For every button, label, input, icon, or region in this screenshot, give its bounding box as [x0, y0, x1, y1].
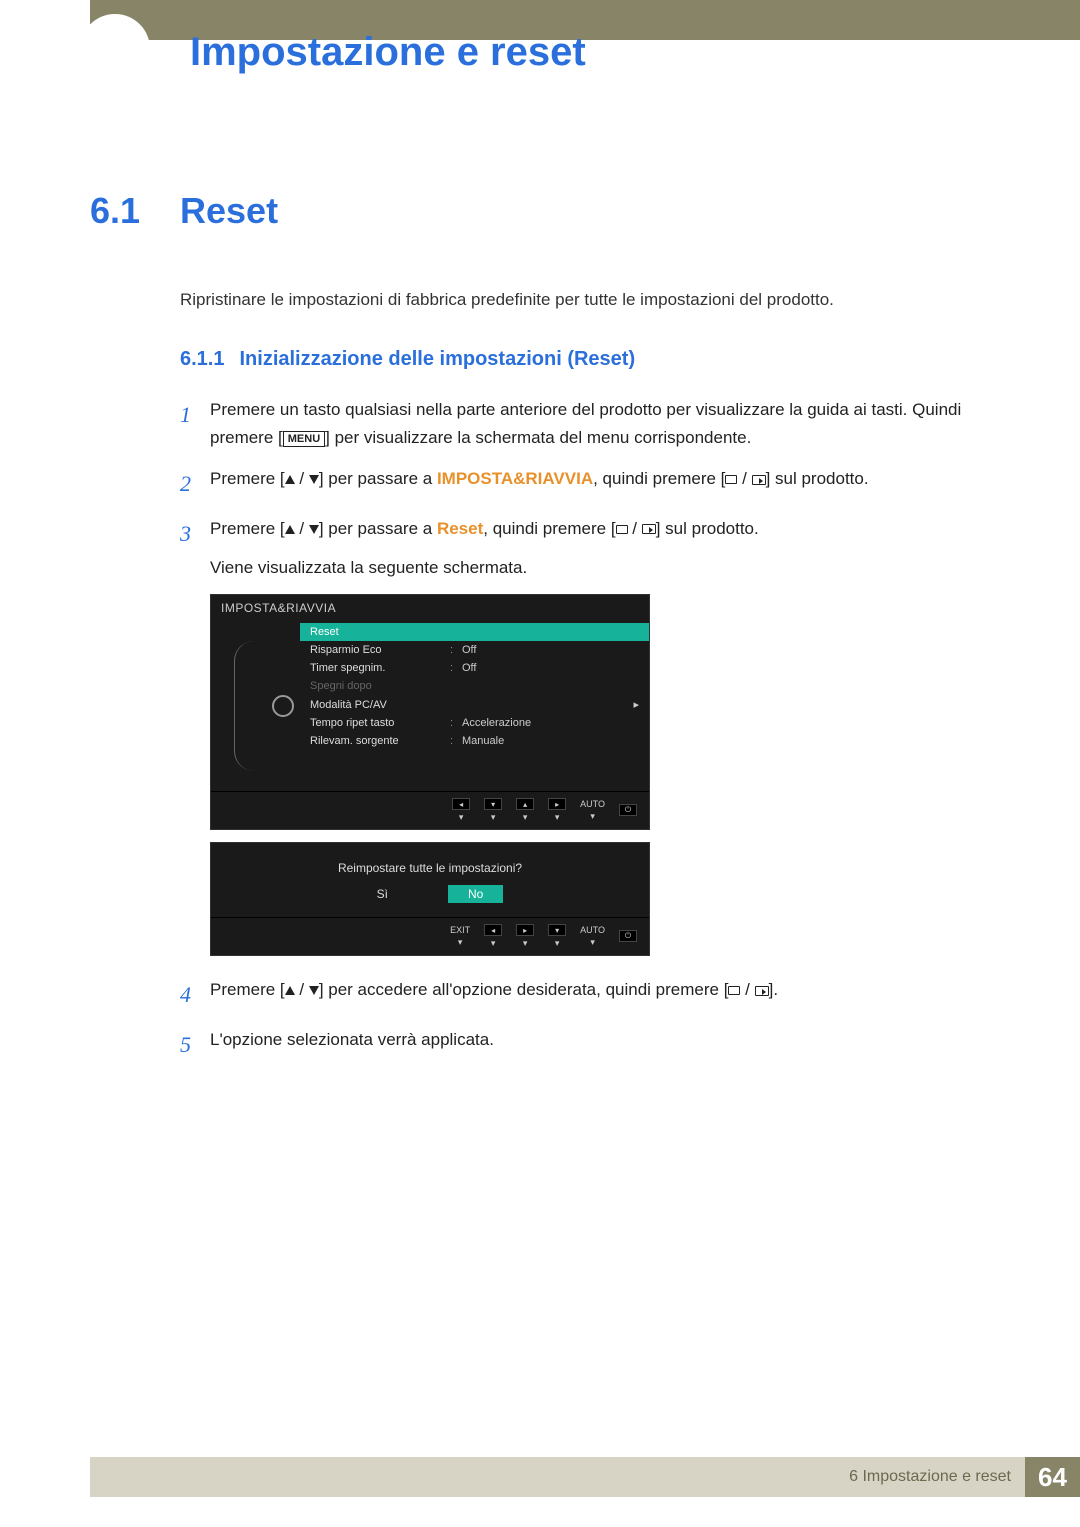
source-icon [616, 525, 628, 534]
subsection-number: 6.1.1 [180, 348, 224, 371]
enter-icon [755, 986, 769, 996]
step-1: 1 Premere un tasto qualsiasi nella parte… [180, 396, 1020, 454]
confirm-yes: Sì [357, 885, 408, 903]
text: ] per passare a [319, 469, 437, 488]
step-text: Premere [ / ] per passare a Reset, quind… [210, 515, 1020, 583]
right-arrow-icon: ▸ [633, 698, 639, 711]
step-text: Premere [ / ] per accedere all'opzione d… [210, 976, 1020, 1013]
down-arrow-icon [309, 525, 319, 534]
step-text: Premere un tasto qualsiasi nella parte a… [210, 396, 1020, 454]
left-nav-icon: ◂ [484, 924, 502, 936]
step-number: 1 [180, 396, 210, 454]
osd-screenshot-menu: IMPOSTA&RIAVVIA Reset Risparmio Eco:Off … [210, 594, 1020, 956]
osd-item: Risparmio Eco:Off [300, 641, 649, 659]
highlight: Reset [437, 519, 483, 538]
subsection-name: Inizializzazione delle impostazioni (Res… [239, 348, 635, 371]
confirm-no: No [448, 885, 503, 903]
section-heading: 6.1 Reset [90, 190, 1020, 232]
enter-icon [752, 475, 766, 485]
text: ] sul prodotto. [656, 519, 759, 538]
enter-icon [642, 524, 656, 534]
auto-label: AUTO [580, 925, 605, 935]
chapter-header: Impostazione e reset [90, 30, 1040, 75]
text: , quindi premere [ [593, 469, 725, 488]
step-number: 5 [180, 1026, 210, 1063]
highlight: IMPOSTA&RIAVVIA [437, 469, 593, 488]
osd-button-bar: ◂▾ ▾▾ ▴▾ ▸▾ AUTO▾ ⏻ [211, 791, 649, 829]
source-icon [725, 475, 737, 484]
right-nav-icon: ▸ [516, 924, 534, 936]
down-nav-icon: ▾ [484, 798, 502, 810]
step-text: L'opzione selezionata verrà applicata. [210, 1026, 1020, 1063]
power-icon: ⏻ [619, 804, 637, 816]
step-note: Viene visualizzata la seguente schermata… [210, 554, 1020, 583]
right-nav-icon: ▸ [548, 798, 566, 810]
text: Premere [ [210, 469, 285, 488]
down-arrow-icon [309, 986, 319, 995]
osd-item: Tempo ripet tasto:Accelerazione [300, 714, 649, 732]
up-arrow-icon [285, 986, 295, 995]
section-name: Reset [180, 190, 278, 232]
osd-item: Rilevam. sorgente:Manuale [300, 732, 649, 750]
text: Premere [ [210, 980, 285, 999]
left-nav-icon: ◂ [452, 798, 470, 810]
osd-button-bar: EXIT▾ ◂▾ ▸▾ ▾▾ AUTO▾ ⏻ [211, 917, 649, 955]
auto-label: AUTO [580, 799, 605, 809]
power-icon: ⏻ [619, 930, 637, 942]
step-3: 3 Premere [ / ] per passare a Reset, qui… [180, 515, 1020, 583]
osd-arc-decoration [234, 641, 254, 771]
step-5: 5 L'opzione selezionata verrà applicata. [180, 1026, 1020, 1063]
chapter-title: Impostazione e reset [90, 30, 1040, 75]
step-number: 2 [180, 465, 210, 502]
up-arrow-icon [285, 475, 295, 484]
confirm-question: Reimpostare tutte le impostazioni? [211, 843, 649, 885]
osd-item: Timer spegnim.:Off [300, 659, 649, 677]
footer-chapter-ref: 6 Impostazione e reset [90, 1457, 1025, 1497]
subsection-heading: 6.1.1 Inizializzazione delle impostazion… [180, 348, 1020, 371]
section-intro: Ripristinare le impostazioni di fabbrica… [180, 287, 1020, 313]
section-number: 6.1 [90, 190, 170, 232]
up-arrow-icon [285, 525, 295, 534]
up-nav-icon: ▴ [516, 798, 534, 810]
text: ] per accedere all'opzione desiderata, q… [319, 980, 729, 999]
step-2: 2 Premere [ / ] per passare a IMPOSTA&RI… [180, 465, 1020, 502]
text: ] sul prodotto. [766, 469, 869, 488]
text: ] per visualizzare la schermata del menu… [325, 428, 751, 447]
osd-item-reset: Reset [300, 623, 649, 641]
page-footer: 6 Impostazione e reset 64 [90, 1457, 1080, 1497]
exit-label: EXIT [450, 925, 470, 935]
source-icon [728, 986, 740, 995]
osd-menu-list: Reset Risparmio Eco:Off Timer spegnim.:O… [300, 621, 649, 791]
page-content: 6.1 Reset Ripristinare le impostazioni d… [90, 190, 1020, 1075]
text: Premere [ [210, 519, 285, 538]
gear-icon [272, 695, 294, 717]
osd-item: Modalità PC/AV▸ [300, 695, 649, 714]
osd-item-disabled: Spegni dopo [300, 677, 649, 695]
step-text: Premere [ / ] per passare a IMPOSTA&RIAV… [210, 465, 1020, 502]
menu-key-icon: MENU [283, 431, 325, 447]
step-number: 4 [180, 976, 210, 1013]
enter-nav-icon: ▾ [548, 924, 566, 936]
step-4: 4 Premere [ / ] per accedere all'opzione… [180, 976, 1020, 1013]
footer-page-number: 64 [1025, 1457, 1080, 1497]
step-number: 3 [180, 515, 210, 583]
osd-screenshot-confirm: Reimpostare tutte le impostazioni? Sì No… [210, 842, 650, 956]
text: ] per passare a [319, 519, 437, 538]
down-arrow-icon [309, 475, 319, 484]
osd-title: IMPOSTA&RIAVVIA [211, 595, 649, 621]
text: ]. [769, 980, 778, 999]
text: , quindi premere [ [483, 519, 615, 538]
